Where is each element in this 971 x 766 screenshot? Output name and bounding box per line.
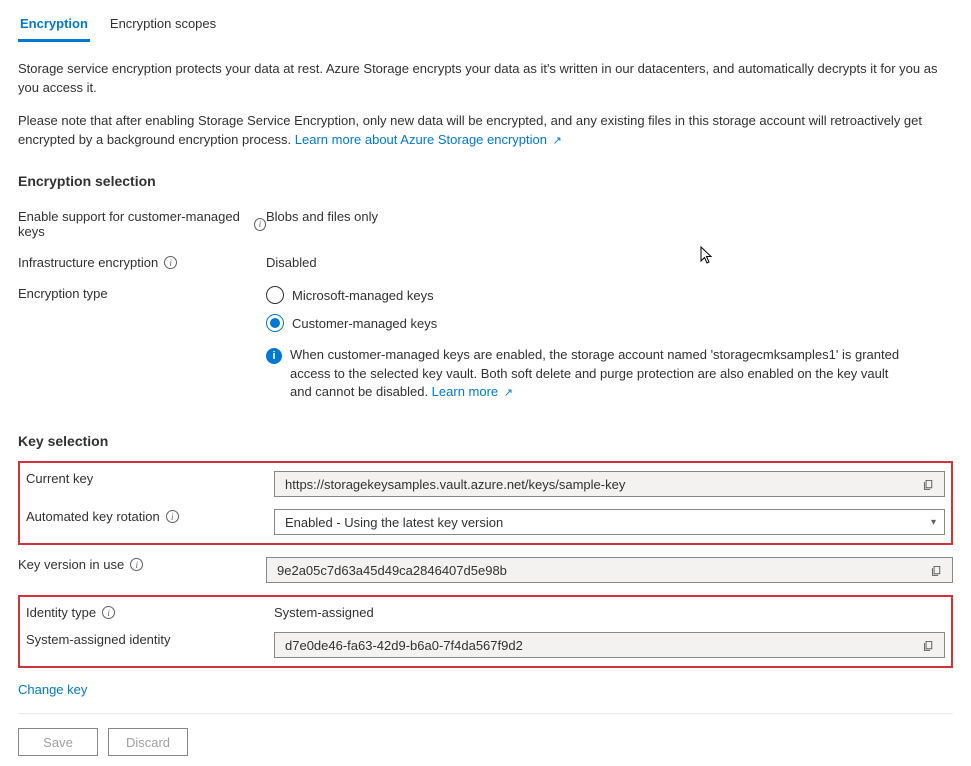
row-key-version: Key version in use i 9e2a05c7d63a45d49ca… (18, 549, 953, 591)
label-auto-rotation: Automated key rotation (26, 509, 160, 524)
external-link-icon: ↗ (553, 135, 562, 147)
cmk-info-callout: i When customer-managed keys are enabled… (266, 346, 906, 401)
value-identity-type: System-assigned (274, 605, 945, 620)
copy-icon (930, 564, 943, 577)
current-key-field: https://storagekeysamples.vault.azure.ne… (274, 471, 945, 497)
row-encryption-type: Encryption type Microsoft-managed keys C… (18, 278, 953, 409)
radio-icon (266, 286, 284, 304)
save-button[interactable]: Save (18, 728, 98, 756)
change-key-link[interactable]: Change key (18, 672, 87, 711)
cmk-learn-more-link[interactable]: Learn more ↗ (432, 384, 513, 399)
label-cmk-support: Enable support for customer-managed keys (18, 209, 248, 239)
radio-icon (266, 314, 284, 332)
radio-microsoft-keys[interactable]: Microsoft-managed keys (266, 286, 953, 304)
auto-rotation-dropdown[interactable]: Enabled - Using the latest key version ▾ (274, 509, 945, 535)
label-encryption-type: Encryption type (18, 286, 108, 301)
label-key-version: Key version in use (18, 557, 124, 572)
label-identity-type: Identity type (26, 605, 96, 620)
label-current-key: Current key (26, 471, 93, 486)
divider (18, 713, 953, 714)
highlight-current-key: Current key https://storagekeysamples.va… (18, 461, 953, 545)
info-icon[interactable]: i (164, 256, 177, 269)
radio-customer-keys[interactable]: Customer-managed keys (266, 314, 953, 332)
value-cmk-support: Blobs and files only (266, 209, 953, 224)
copy-button[interactable] (916, 473, 940, 495)
learn-more-link[interactable]: Learn more about Azure Storage encryptio… (295, 132, 562, 147)
row-infra-encryption: Infrastructure encryption i Disabled (18, 247, 953, 278)
label-system-identity: System-assigned identity (26, 632, 171, 647)
button-row: Save Discard (18, 728, 953, 756)
tab-bar: Encryption Encryption scopes (18, 10, 953, 42)
info-icon[interactable]: i (254, 218, 266, 231)
discard-button[interactable]: Discard (108, 728, 188, 756)
intro-p1: Storage service encryption protects your… (18, 60, 953, 98)
tab-encryption-scopes[interactable]: Encryption scopes (108, 10, 218, 42)
key-version-field: 9e2a05c7d63a45d49ca2846407d5e98b (266, 557, 953, 583)
intro-p2: Please note that after enabling Storage … (18, 112, 953, 150)
intro-text: Storage service encryption protects your… (18, 60, 953, 149)
chevron-down-icon: ▾ (931, 517, 936, 528)
highlight-identity: Identity type i System-assigned System-a… (18, 595, 953, 668)
copy-button[interactable] (916, 634, 940, 656)
section-encryption-selection: Encryption selection (18, 173, 953, 189)
section-key-selection: Key selection (18, 433, 953, 449)
info-icon[interactable]: i (166, 510, 179, 523)
encryption-type-radio-group: Microsoft-managed keys Customer-managed … (266, 286, 953, 401)
system-identity-field: d7e0de46-fa63-42d9-b6a0-7f4da567f9d2 (274, 632, 945, 658)
copy-icon (922, 639, 935, 652)
row-cmk-support: Enable support for customer-managed keys… (18, 201, 953, 247)
label-infra-encryption: Infrastructure encryption (18, 255, 158, 270)
info-icon[interactable]: i (102, 606, 115, 619)
external-link-icon: ↗ (504, 387, 513, 399)
copy-icon (922, 478, 935, 491)
copy-button[interactable] (924, 559, 948, 581)
info-icon[interactable]: i (130, 558, 143, 571)
info-solid-icon: i (266, 348, 282, 364)
tab-encryption[interactable]: Encryption (18, 10, 90, 42)
value-infra-encryption: Disabled (266, 255, 953, 270)
